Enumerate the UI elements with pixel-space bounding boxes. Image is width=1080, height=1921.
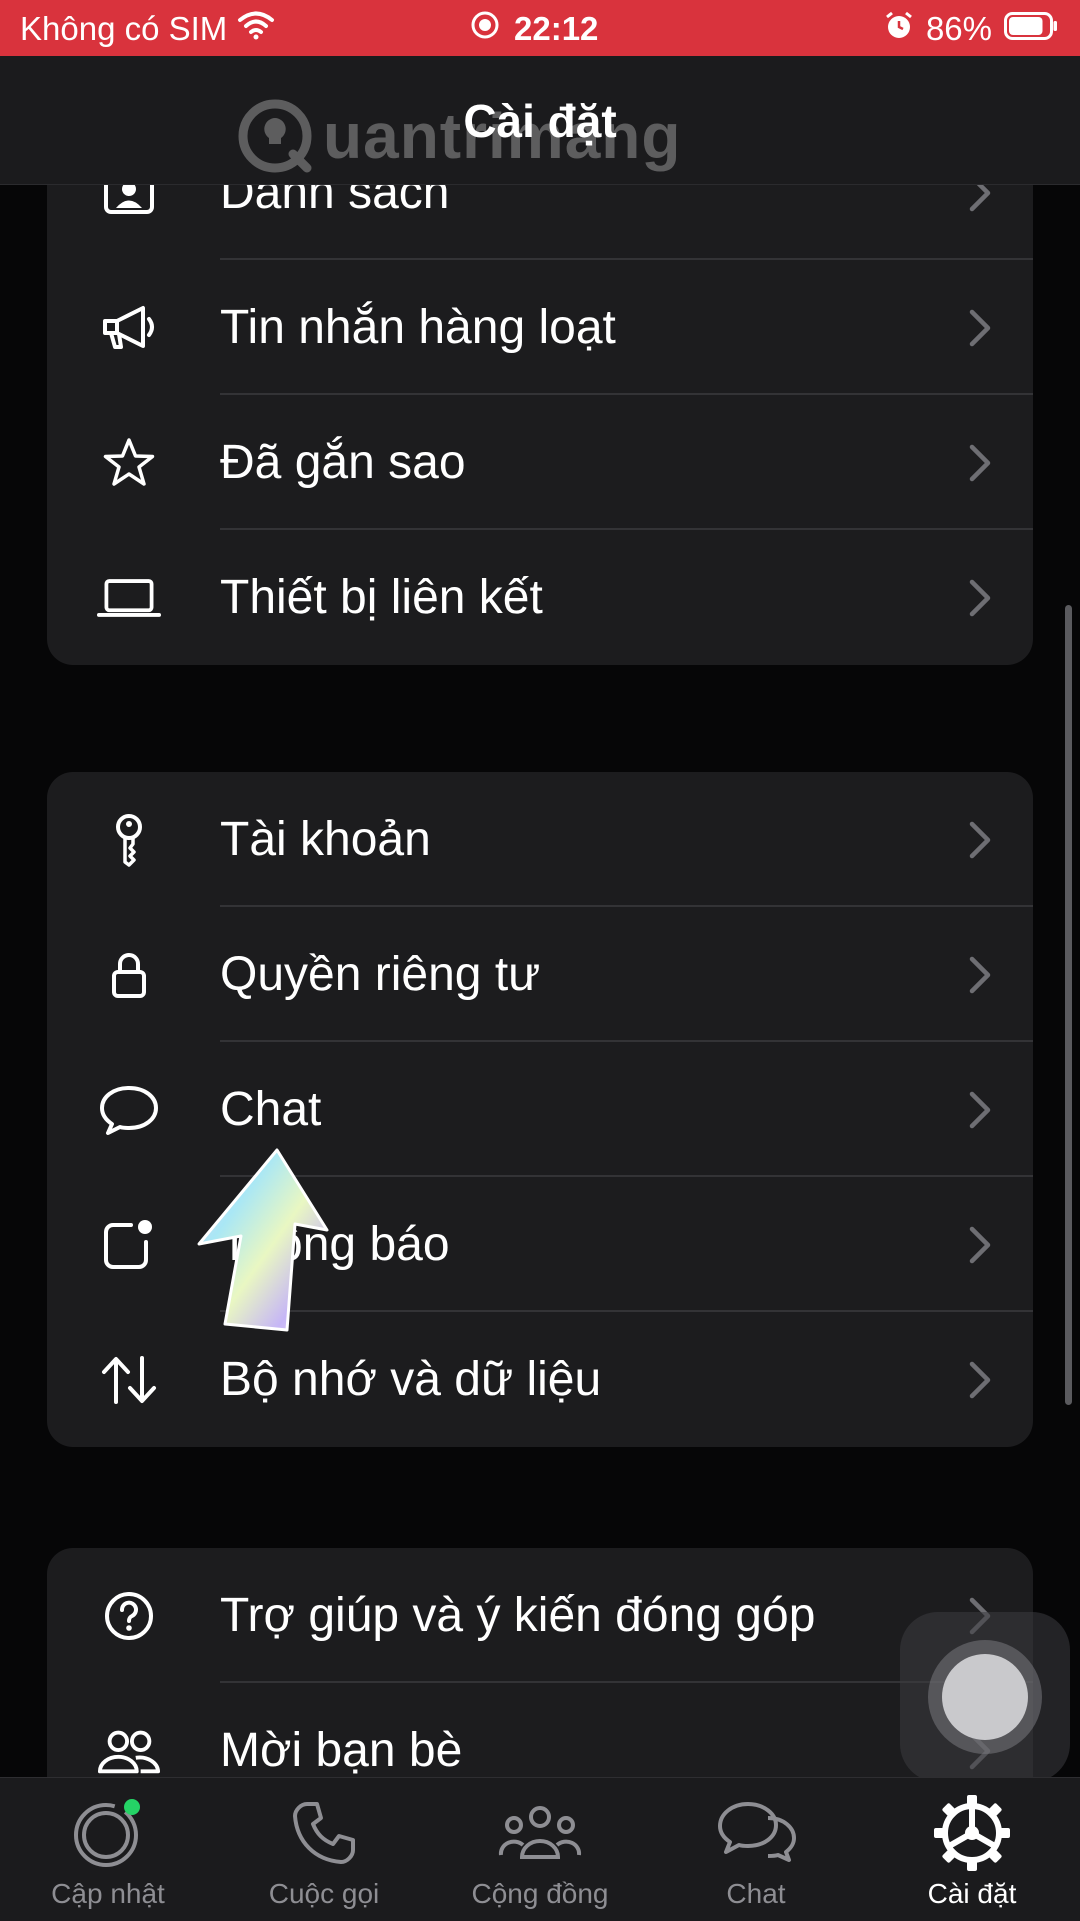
battery-percent: 86% xyxy=(925,10,992,47)
star-icon xyxy=(97,431,161,495)
settings-list[interactable]: Danh sách Tin nhắn hàng loạt Đã gắn sao … xyxy=(0,185,1080,1777)
settings-group-tools: Danh sách Tin nhắn hàng loạt Đã gắn sao … xyxy=(47,185,1033,665)
chevron-right-icon xyxy=(969,185,991,211)
settings-item-label: Thiết bị liên kết xyxy=(220,571,543,624)
settings-item-label: Mời bạn bè xyxy=(220,1724,463,1777)
page-title: Cài đặt xyxy=(463,95,617,147)
key-icon xyxy=(97,808,161,872)
settings-item-label: Chat xyxy=(220,1083,322,1136)
clock-time: 22:12 xyxy=(514,10,599,47)
chevron-right-icon xyxy=(969,444,991,481)
settings-gear-icon xyxy=(929,1794,1015,1872)
assistive-touch-button[interactable] xyxy=(900,1612,1070,1782)
alarm-icon xyxy=(884,10,914,48)
chevron-right-icon xyxy=(969,821,991,858)
settings-item-broadcast[interactable]: Tin nhắn hàng loạt xyxy=(47,260,1033,395)
tab-label: Cộng đồng xyxy=(471,1878,609,1909)
tab-label: Cập nhật xyxy=(51,1878,165,1909)
settings-item-label: Tin nhắn hàng loạt xyxy=(220,301,616,354)
settings-item-label: Bộ nhớ và dữ liệu xyxy=(220,1353,602,1406)
battery-icon xyxy=(1004,10,1058,48)
community-icon xyxy=(497,1794,583,1872)
scrollbar[interactable] xyxy=(1065,605,1072,1405)
tab-label: Cài đặt xyxy=(927,1878,1017,1909)
chevron-right-icon xyxy=(969,309,991,346)
arrows-up-down-icon xyxy=(97,1348,161,1412)
megaphone-icon xyxy=(97,296,161,360)
settings-item-starred[interactable]: Đã gắn sao xyxy=(47,395,1033,530)
settings-item-invite-friends[interactable]: Mời bạn bè xyxy=(47,1683,1033,1777)
settings-group-help: Trợ giúp và ý kiến đóng góp Mời bạn bè xyxy=(47,1548,1033,1777)
people-icon xyxy=(97,1719,161,1778)
status-bar: Không có SIM 22:12 86% xyxy=(0,0,1080,56)
tab-settings[interactable]: Cài đặt xyxy=(864,1778,1080,1921)
tab-label: Cuộc gọi xyxy=(268,1878,380,1909)
chat-bubble-icon xyxy=(97,1078,161,1142)
tab-bar: Cập nhật Cuộc gọi Cộng đồng Chat Cài đặt xyxy=(0,1777,1080,1921)
settings-item-lists[interactable]: Danh sách xyxy=(47,185,1033,260)
tab-updates[interactable]: Cập nhật xyxy=(0,1778,216,1921)
tab-communities[interactable]: Cộng đồng xyxy=(432,1778,648,1921)
lock-icon xyxy=(97,943,161,1007)
screen-record-icon xyxy=(470,10,500,48)
updates-icon xyxy=(65,1794,151,1872)
wifi-icon xyxy=(237,10,275,48)
settings-item-privacy[interactable]: Quyền riêng tư xyxy=(47,907,1033,1042)
settings-item-label: Danh sách xyxy=(220,185,450,219)
chats-icon xyxy=(713,1794,799,1872)
chevron-right-icon xyxy=(969,1226,991,1263)
chevron-right-icon xyxy=(969,1091,991,1128)
pointer-arrow-icon xyxy=(197,1148,329,1332)
settings-item-account[interactable]: Tài khoản xyxy=(47,772,1033,907)
phone-icon xyxy=(281,1794,367,1872)
nav-header: uantrimang Cài đặt xyxy=(0,56,1080,185)
chevron-right-icon xyxy=(969,956,991,993)
settings-item-label: Đã gắn sao xyxy=(220,436,466,489)
chevron-right-icon xyxy=(969,1361,991,1398)
settings-item-label: Quyền riêng tư xyxy=(220,948,541,1001)
help-icon xyxy=(97,1584,161,1648)
settings-item-label: Trợ giúp và ý kiến đóng góp xyxy=(220,1589,816,1642)
settings-item-help[interactable]: Trợ giúp và ý kiến đóng góp xyxy=(47,1548,1033,1683)
carrier-label: Không có SIM xyxy=(20,10,228,47)
tab-calls[interactable]: Cuộc gọi xyxy=(216,1778,432,1921)
settings-item-label: Tài khoản xyxy=(220,813,431,866)
tab-label: Chat xyxy=(726,1878,786,1909)
chevron-right-icon xyxy=(969,579,991,616)
laptop-icon xyxy=(97,566,161,630)
contact-card-icon xyxy=(97,185,161,225)
settings-group-account: Tài khoản Quyền riêng tư Chat Thông báo xyxy=(47,772,1033,1447)
settings-item-linked-devices[interactable]: Thiết bị liên kết xyxy=(47,530,1033,665)
notification-icon xyxy=(97,1213,161,1277)
tab-chats[interactable]: Chat xyxy=(648,1778,864,1921)
